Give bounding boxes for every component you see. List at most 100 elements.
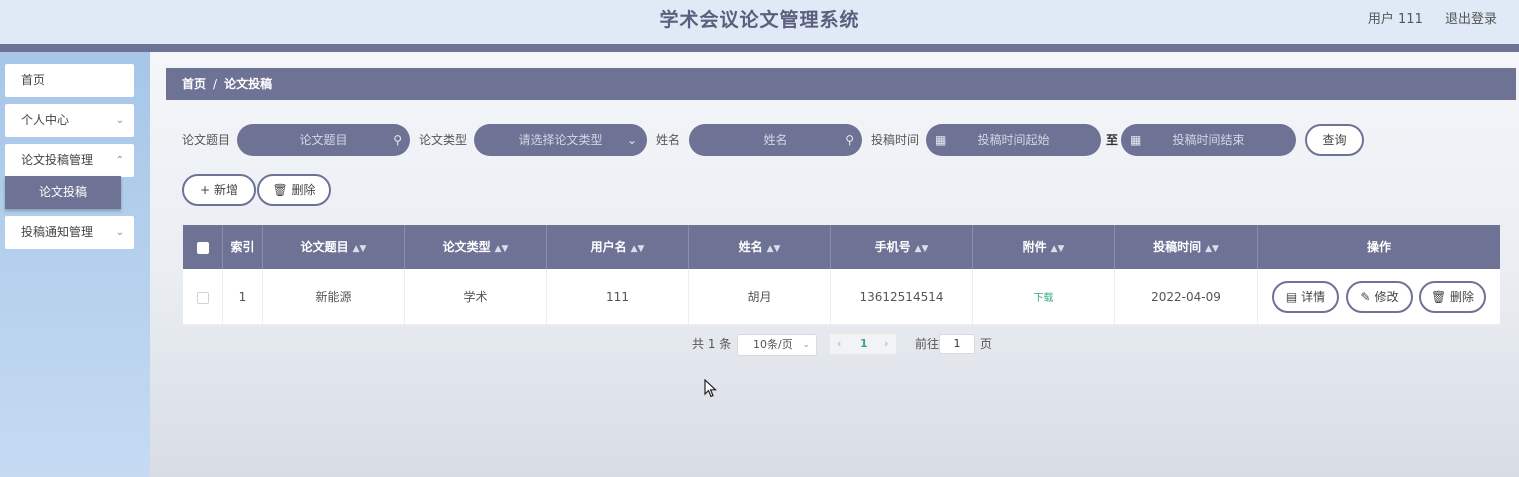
chevron-down-icon: ⌄ xyxy=(115,227,124,238)
search-icon: ⚲ xyxy=(845,133,854,147)
header-time[interactable]: 投稿时间 ▲▼ xyxy=(1115,225,1258,269)
user-label: 用户 111 xyxy=(1367,12,1423,27)
detail-button[interactable]: ▤ 详情 xyxy=(1272,281,1339,313)
sort-icon: ▲▼ xyxy=(1205,244,1219,254)
app-title: 学术会议论文管理系统 xyxy=(659,9,860,31)
sort-icon: ▲▼ xyxy=(1050,244,1065,254)
name-search-placeholder: 姓名 xyxy=(763,133,788,147)
header-phone[interactable]: 手机号 ▲▼ xyxy=(831,225,973,269)
pager: ‹ 1 › xyxy=(830,334,896,354)
mouse-cursor-icon xyxy=(704,379,718,398)
range-to-label: 至 xyxy=(1106,133,1119,147)
sidebar-item-home[interactable]: 首页 xyxy=(5,64,134,97)
prev-page-icon[interactable]: ‹ xyxy=(837,334,841,354)
select-all-checkbox[interactable] xyxy=(196,241,209,254)
table-header: 索引 论文题目 ▲▼ 论文类型 ▲▼ 用户名 ▲▼ 姓名 ▲▼ 手机号 ▲▼ 附件 ▲▼ 投… xyxy=(183,225,1500,269)
header-name-label: 姓名 xyxy=(738,240,763,254)
goto-prefix: 前往 xyxy=(915,337,940,351)
delete-row-button[interactable]: 🗑︎ 删除 xyxy=(1419,281,1486,313)
logout-link[interactable]: 退出登录 xyxy=(1445,12,1497,27)
batch-delete-button[interactable]: 🗑︎ 删除 xyxy=(257,174,331,206)
header-divider xyxy=(0,44,1519,52)
time-start-input[interactable]: ▦ 投稿时间起始 xyxy=(926,124,1101,156)
cell-username: 111 xyxy=(547,269,689,325)
batch-delete-button-label: 删除 xyxy=(291,183,316,197)
chevron-down-icon: ⌄ xyxy=(802,340,810,350)
cell-phone: 13612514514 xyxy=(831,269,973,325)
title-search-input[interactable]: 论文题目 ⚲ xyxy=(237,124,410,156)
page-size-select[interactable]: 10条/页 ⌄ xyxy=(737,334,817,356)
header-type-label: 论文类型 xyxy=(442,240,491,254)
header-time-label: 投稿时间 xyxy=(1153,240,1202,254)
sidebar-item-profile[interactable]: 个人中心 ⌄ xyxy=(5,104,134,137)
time-end-input[interactable]: ▦ 投稿时间结束 xyxy=(1121,124,1296,156)
name-search-label: 姓名 xyxy=(656,133,681,147)
chevron-down-icon: ⌄ xyxy=(115,115,124,126)
title-search-label: 论文题目 xyxy=(182,133,231,147)
sort-icon: ▲▼ xyxy=(766,244,781,254)
row-select-cell xyxy=(183,269,223,325)
cell-type: 学术 xyxy=(405,269,547,325)
add-button[interactable]: + 新增 xyxy=(182,174,256,206)
header-type[interactable]: 论文类型 ▲▼ xyxy=(405,225,547,269)
header-operations: 操作 xyxy=(1366,240,1391,254)
cell-name: 胡月 xyxy=(689,269,831,325)
type-select-placeholder: 请选择论文类型 xyxy=(518,133,603,147)
sidebar-subitem-paper-submission[interactable]: 论文投稿 xyxy=(5,176,121,209)
trash-icon: 🗑︎ xyxy=(272,183,288,197)
select-all-cell xyxy=(183,225,223,269)
next-page-icon[interactable]: › xyxy=(884,334,888,354)
chevron-up-icon: ⌃ xyxy=(115,155,124,166)
sidebar-item-paper-management[interactable]: 论文投稿管理 ⌃ xyxy=(5,144,134,177)
header-attachment[interactable]: 附件 ▲▼ xyxy=(973,225,1115,269)
cell-title: 新能源 xyxy=(263,269,405,325)
breadcrumb-separator: / xyxy=(213,77,218,91)
edit-button[interactable]: ✎ 修改 xyxy=(1346,281,1413,313)
sidebar-item-label: 投稿通知管理 xyxy=(21,225,94,239)
edit-icon: ✎ xyxy=(1360,290,1371,304)
sort-icon: ▲▼ xyxy=(630,244,645,254)
calendar-icon: ▦ xyxy=(935,133,947,147)
sidebar-item-notice-management[interactable]: 投稿通知管理 ⌄ xyxy=(5,216,134,249)
time-range-label: 投稿时间 xyxy=(871,133,920,147)
cell-operations: ▤ 详情 ✎ 修改 🗑︎ 删除 xyxy=(1258,269,1500,325)
time-end-placeholder: 投稿时间结束 xyxy=(1172,133,1245,147)
type-select[interactable]: 请选择论文类型 ⌄ xyxy=(474,124,647,156)
header-name[interactable]: 姓名 ▲▼ xyxy=(689,225,831,269)
trash-icon: 🗑︎ xyxy=(1430,290,1447,304)
breadcrumb-home[interactable]: 首页 xyxy=(182,77,206,91)
header-attachment-label: 附件 xyxy=(1022,240,1047,254)
cell-time: 2022-04-09 xyxy=(1115,269,1258,325)
detail-button-label: 详情 xyxy=(1301,290,1326,304)
download-link[interactable]: 下载 xyxy=(1034,293,1054,304)
calendar-icon: ▦ xyxy=(1130,133,1142,147)
cell-index: 1 xyxy=(223,269,263,325)
header-title[interactable]: 论文题目 ▲▼ xyxy=(263,225,405,269)
title-search-placeholder: 论文题目 xyxy=(299,133,348,147)
header-username-label: 用户名 xyxy=(590,240,627,254)
goto-page-input[interactable]: 1 xyxy=(939,334,975,354)
name-search-input[interactable]: 姓名 ⚲ xyxy=(689,124,862,156)
user-area: 用户 111 退出登录 xyxy=(1350,0,1497,40)
sort-icon: ▲▼ xyxy=(352,244,367,254)
time-start-placeholder: 投稿时间起始 xyxy=(977,133,1050,147)
sidebar-item-label: 论文投稿管理 xyxy=(21,153,94,167)
chevron-down-icon: ⌄ xyxy=(626,133,637,147)
goto-suffix: 页 xyxy=(980,337,993,351)
search-icon: ⚲ xyxy=(393,133,402,147)
header-phone-label: 手机号 xyxy=(874,240,911,254)
page-size-value: 10条/页 xyxy=(753,338,793,351)
row-checkbox[interactable] xyxy=(196,291,209,304)
document-icon: ▤ xyxy=(1285,290,1298,304)
table-row: 1 新能源 学术 111 胡月 13612514514 下载 2022-04-0… xyxy=(183,269,1500,325)
header-username[interactable]: 用户名 ▲▼ xyxy=(547,225,689,269)
submission-table: 索引 论文题目 ▲▼ 论文类型 ▲▼ 用户名 ▲▼ 姓名 ▲▼ 手机号 ▲▼ 附件 ▲▼ 投… xyxy=(183,225,1500,325)
sort-icon: ▲▼ xyxy=(914,244,929,254)
page-number-current[interactable]: 1 xyxy=(860,334,868,354)
plus-icon: + xyxy=(200,183,211,197)
breadcrumb-current: 论文投稿 xyxy=(224,77,273,91)
query-button[interactable]: 查询 xyxy=(1305,124,1364,156)
pagination-total: 共 1 条 xyxy=(692,337,732,351)
header-title-label: 论文题目 xyxy=(300,240,349,254)
type-select-label: 论文类型 xyxy=(419,133,468,147)
